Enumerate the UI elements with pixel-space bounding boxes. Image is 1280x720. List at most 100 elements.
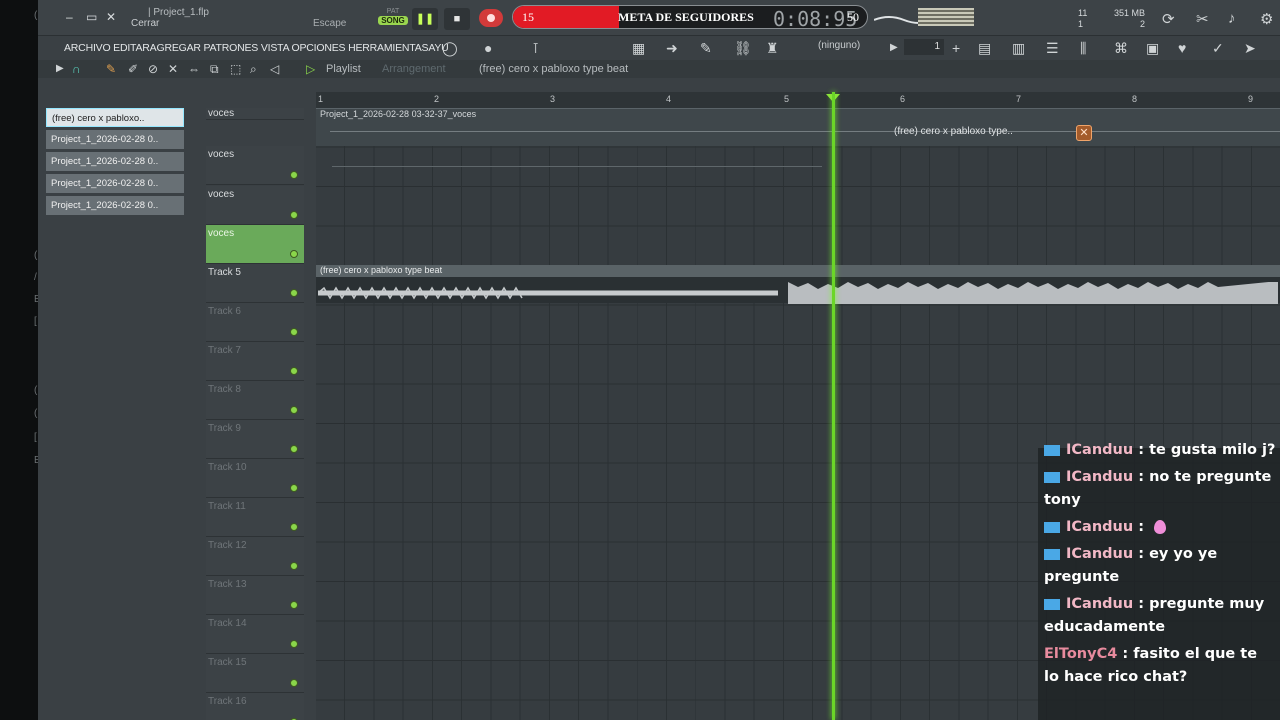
track-header[interactable]: Track 13 — [206, 576, 304, 615]
track-header[interactable]: Track 14 — [206, 615, 304, 654]
maximize-icon[interactable]: ▭ — [86, 10, 97, 24]
track-header[interactable]: voces — [206, 146, 304, 185]
chat-message: ICanduu : no te pregunte tony — [1038, 466, 1280, 512]
main-menu[interactable]: ARCHIVO EDITARAGREGAR PATRONES VISTA OPC… — [64, 42, 449, 54]
track-header[interactable]: Track 6 — [206, 303, 304, 342]
playlist-pattern[interactable]: (free) cero x pabloxo type beat — [479, 63, 628, 75]
stop-button[interactable]: ■ — [444, 8, 470, 30]
playlist-title: Playlist — [326, 63, 361, 75]
track-header[interactable]: voces — [206, 108, 304, 120]
minimize-icon[interactable]: – — [66, 10, 73, 24]
track-header[interactable]: Track 10 — [206, 459, 304, 498]
zoom-icon[interactable]: ⌕ — [250, 62, 257, 77]
picker-item[interactable]: Project_1_2026-02-28 0.. — [46, 174, 184, 193]
help-icon[interactable]: ✓ — [1212, 40, 1224, 57]
track-enable-icon[interactable] — [290, 445, 298, 453]
track-enable-icon[interactable] — [290, 562, 298, 570]
track-enable-icon[interactable] — [290, 484, 298, 492]
picker-item[interactable]: Project_1_2026-02-28 0.. — [46, 130, 184, 149]
track-header[interactable]: voces — [206, 225, 304, 264]
playback-icon[interactable]: ◁ — [270, 62, 279, 76]
goal-target: 50 — [847, 10, 859, 24]
track-header[interactable]: Track 5 — [206, 264, 304, 303]
track-header[interactable]: Track 9 — [206, 420, 304, 459]
track-enable-icon[interactable] — [290, 367, 298, 375]
pattern-selector[interactable]: (ninguno) — [818, 40, 860, 51]
pat-song-toggle[interactable]: PAT SONG — [378, 8, 408, 30]
magnet-icon[interactable]: ∩ — [72, 62, 81, 76]
picker-item[interactable]: (free) cero x pabloxo.. — [46, 108, 184, 127]
add-pattern-icon[interactable]: + — [952, 40, 960, 56]
close-icon[interactable]: ✕ — [106, 10, 116, 24]
track-enable-icon[interactable] — [290, 640, 298, 648]
faders-icon[interactable]: ⫼ — [1080, 40, 1086, 57]
mic-icon[interactable]: ♪ — [1228, 10, 1236, 27]
select-icon[interactable]: ⬚ — [230, 62, 241, 76]
picker-item[interactable]: Project_1_2026-02-28 0.. — [46, 196, 184, 215]
track-name: voces — [208, 149, 235, 160]
track-enable-icon[interactable] — [290, 211, 298, 219]
track-enable-icon[interactable] — [290, 328, 298, 336]
beat-clip[interactable]: (free) cero x pabloxo type beat — [316, 265, 1280, 304]
chat-badge-icon — [1044, 548, 1060, 560]
browser-icon[interactable]: ⌘ — [1114, 40, 1128, 57]
arrow-icon[interactable]: ➜ — [666, 40, 678, 57]
folder-icon[interactable]: ▣ — [1146, 40, 1159, 57]
chat-message: ICanduu : — [1038, 516, 1280, 539]
picker-item[interactable]: Project_1_2026-02-28 0.. — [46, 152, 184, 171]
playlist-arrangement[interactable]: Arrangement — [382, 63, 446, 75]
track-header[interactable]: Track 15 — [206, 654, 304, 693]
arrange-arrow-icon[interactable]: ▷ — [306, 62, 315, 76]
volume-knob-icon[interactable]: ● — [484, 40, 492, 56]
track-enable-icon[interactable] — [290, 601, 298, 609]
track-header[interactable]: Track 7 — [206, 342, 304, 381]
paint-icon[interactable]: ✐ — [128, 62, 138, 76]
track-enable-icon[interactable] — [290, 679, 298, 687]
record-button[interactable] — [479, 9, 503, 27]
settings-icon[interactable]: ⚙ — [1260, 10, 1273, 28]
playhead[interactable] — [832, 92, 835, 720]
list-icon[interactable]: ☰ — [1046, 40, 1059, 57]
floating-clip[interactable]: (free) cero x pabloxo type.. ✕ — [894, 125, 1124, 142]
channel-rack-icon[interactable]: ▥ — [1012, 40, 1025, 57]
plugin-icon[interactable]: ♥ — [1178, 40, 1186, 56]
brush-icon[interactable]: ✎ — [700, 40, 712, 57]
slice-icon[interactable]: ⧉ — [210, 62, 219, 77]
chat-badge-icon — [1044, 444, 1060, 456]
track-enable-icon[interactable] — [290, 523, 298, 531]
timeline-ruler[interactable]: 1 2 3 4 5 6 7 8 9 — [316, 92, 1280, 108]
pause-button[interactable]: ❚❚ — [412, 8, 438, 30]
pattern-number[interactable]: 1 — [904, 39, 944, 55]
export-icon[interactable]: ➤ — [1244, 40, 1256, 57]
ruler-tick: 1 — [318, 94, 324, 104]
voces-clip[interactable]: Project_1_2026-02-28 03-32-37_voces — [316, 108, 1280, 146]
mixer-icon[interactable]: ▤ — [978, 40, 991, 57]
file-close-label[interactable]: Cerrar — [131, 18, 159, 29]
pencil-icon[interactable]: ✎ — [106, 62, 116, 76]
track-enable-icon[interactable] — [290, 289, 298, 297]
piano-icon[interactable]: ▦ — [632, 40, 645, 57]
track-name: Track 13 — [208, 579, 247, 590]
mute-icon[interactable]: ✕ — [168, 62, 178, 76]
track-header[interactable]: voces — [206, 186, 304, 225]
tools-icon[interactable]: ✂ — [1196, 10, 1209, 28]
close-icon[interactable]: ✕ — [1076, 125, 1092, 141]
pitch-icon[interactable]: ⊺ — [532, 40, 539, 57]
track-enable-icon[interactable] — [290, 250, 298, 258]
track-header[interactable]: Track 16 — [206, 693, 304, 720]
track-header[interactable]: Track 8 — [206, 381, 304, 420]
track-name: Track 16 — [208, 696, 247, 707]
refresh-icon[interactable]: ⟳ — [1162, 10, 1175, 28]
track-enable-icon[interactable] — [290, 171, 298, 179]
track-enable-icon[interactable] — [290, 406, 298, 414]
track-header[interactable]: Track 12 — [206, 537, 304, 576]
link-icon[interactable]: ⛓ — [734, 40, 752, 57]
slip-icon[interactable]: ⇔ — [188, 62, 200, 76]
track-header[interactable]: Track 11 — [206, 498, 304, 537]
play-pattern-icon[interactable]: ▶ — [890, 42, 898, 53]
pat-label: PAT — [386, 8, 400, 15]
stamp-icon[interactable]: ♜ — [766, 40, 779, 57]
snap-dial-icon[interactable]: ◯ — [442, 40, 458, 57]
playlist-play-icon[interactable]: ▶ — [56, 63, 64, 74]
delete-icon[interactable]: ⊘ — [148, 62, 158, 76]
